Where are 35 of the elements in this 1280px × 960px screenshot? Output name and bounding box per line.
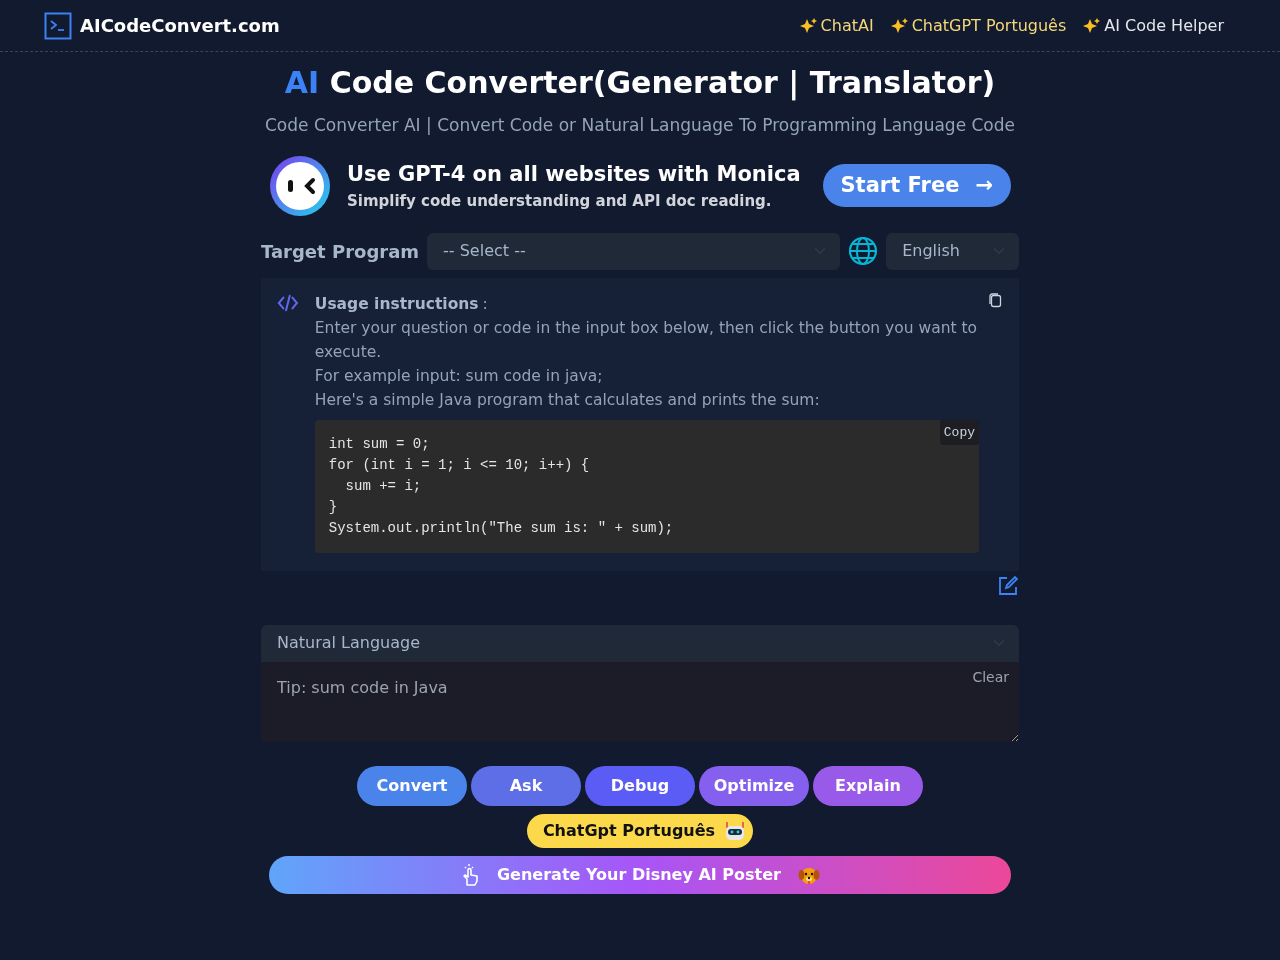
colon-text: :: [482, 293, 488, 315]
disney-poster-button[interactable]: Generate Your Disney AI Poster: [269, 855, 1011, 894]
field-label: Target Program: [261, 239, 420, 264]
sparkles-icon: [798, 16, 817, 35]
page-title: AI Code Converter(Generator | Translator): [283, 64, 997, 103]
globe-icon: [848, 236, 879, 266]
copy-icon: [987, 291, 1003, 308]
action-button[interactable]: Optimize: [699, 765, 809, 806]
nav-link[interactable]: ChatAI: [820, 13, 874, 38]
page-subtitle: Code Converter AI | Convert Code or Natural Language To Programming Language Code: [264, 114, 1016, 137]
action-button[interactable]: Convert: [357, 765, 467, 806]
monica-logo-icon: [269, 154, 331, 217]
nav-link[interactable]: ChatGPT Português: [911, 13, 1067, 38]
ad-subtitle: Simplify code understanding and API doc reading.: [347, 191, 773, 212]
sparkles-icon: [1082, 16, 1101, 35]
action-button[interactable]: Ask: [471, 765, 581, 806]
instruction-text: For example input: sum code in java;: [314, 365, 604, 387]
edit-icon: [997, 574, 1019, 597]
copy-button[interactable]: Copy: [939, 419, 979, 445]
target-program-select[interactable]: -- Select --: [427, 232, 841, 270]
start-free-button[interactable]: Start Free →: [822, 163, 1011, 208]
instruction-text: Enter your question or code in the input box below, then click the button you want to execute.: [314, 317, 979, 363]
nav-link[interactable]: AI Code Helper: [1104, 13, 1224, 38]
sparkles-icon: [889, 16, 908, 35]
terminal-icon: [44, 11, 72, 40]
source-language-select[interactable]: Natural Language: [261, 624, 1019, 662]
usage-title: Usage instructions: [314, 293, 479, 315]
action-button[interactable]: Explain: [813, 765, 923, 806]
instruction-text: Here's a simple Java program that calculates and prints the sum:: [314, 389, 821, 411]
action-button[interactable]: Debug: [585, 765, 695, 806]
ad-title: Use GPT-4 on all websites with Monica: [347, 160, 801, 188]
site-logo-text[interactable]: AICodeConvert.com: [80, 12, 280, 39]
language-select[interactable]: English: [886, 232, 1019, 270]
clear-button[interactable]: Clear: [966, 665, 1015, 689]
chatgpt-button[interactable]: ChatGpt Português: [526, 813, 754, 848]
